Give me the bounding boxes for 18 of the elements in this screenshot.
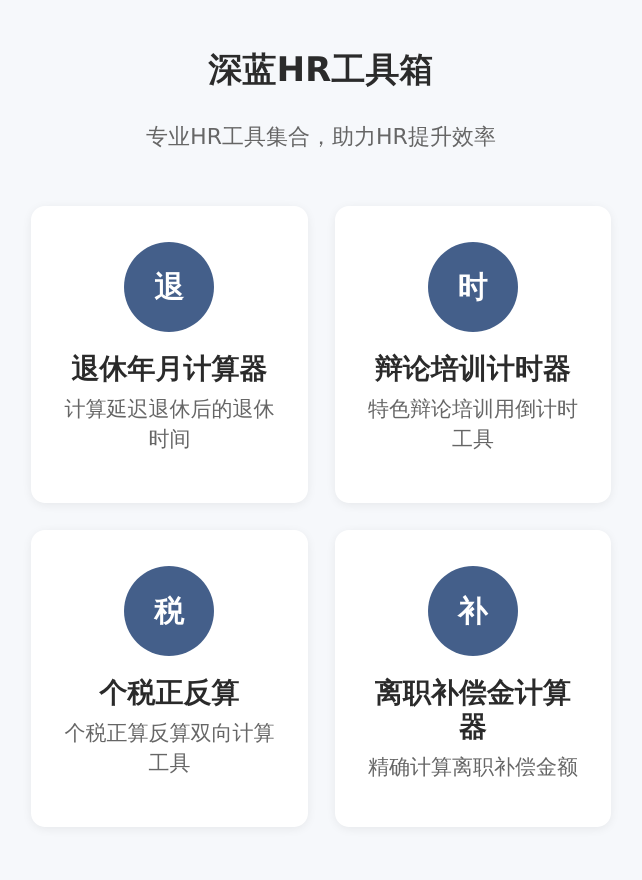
tool-card[interactable]: 退 退休年月计算器 计算延迟退休后的退休时间 xyxy=(31,206,308,503)
tool-icon: 时 xyxy=(428,242,518,332)
tool-title: 辩论培训计时器 xyxy=(374,352,571,386)
tool-description: 个税正算反算双向计算工具 xyxy=(63,720,276,777)
tool-card[interactable]: 补 离职补偿金计算器 精确计算离职补偿金额 xyxy=(334,530,611,827)
tool-icon: 退 xyxy=(124,242,214,332)
tool-description: 计算延迟退休后的退休时间 xyxy=(63,396,276,453)
page-subtitle: 专业HR工具集合，助力HR提升效率 xyxy=(146,124,496,152)
tool-icon: 补 xyxy=(428,566,518,656)
tool-card[interactable]: 税 个税正反算 个税正算反算双向计算工具 xyxy=(31,530,308,827)
tool-description: 精确计算离职补偿金额 xyxy=(368,754,578,781)
page-title: 深蓝HR工具箱 xyxy=(208,49,434,92)
tool-description: 特色辩论培训用倒计时工具 xyxy=(366,396,579,453)
tool-card[interactable]: 时 辩论培训计时器 特色辩论培训用倒计时工具 xyxy=(334,206,611,503)
tool-icon: 税 xyxy=(124,566,214,656)
tool-title: 个税正反算 xyxy=(99,676,240,710)
tool-title: 离职补偿金计算器 xyxy=(374,676,572,744)
tool-title: 退休年月计算器 xyxy=(71,352,268,386)
